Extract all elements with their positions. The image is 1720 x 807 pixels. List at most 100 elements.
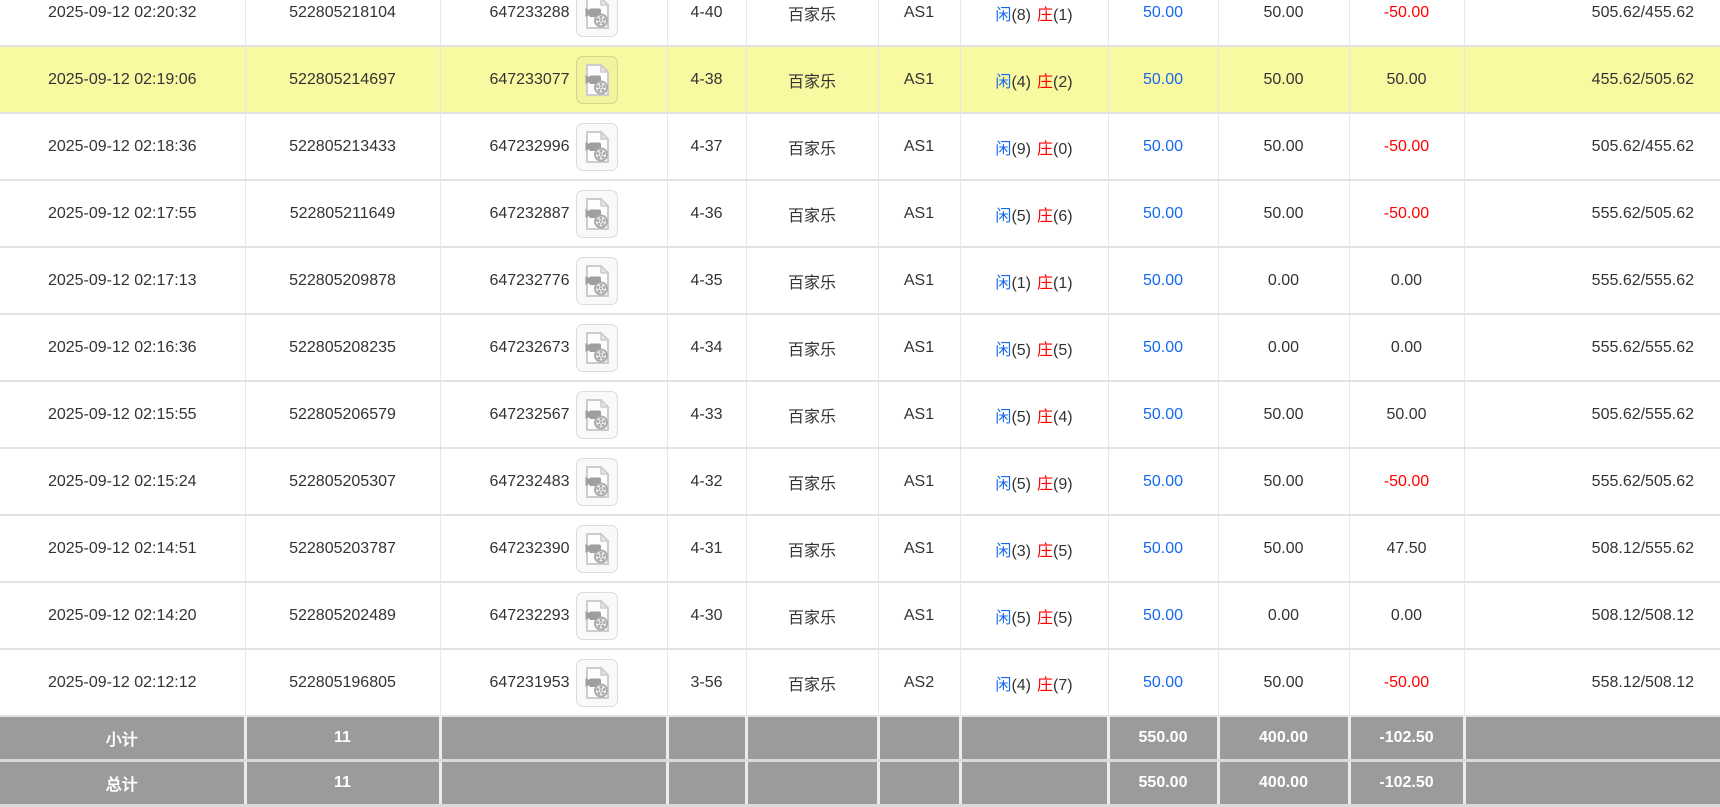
balance: 505.62/455.62 [1464,0,1720,46]
win-loss-amount: -50.00 [1349,448,1464,515]
table-row[interactable]: 2025-09-12 02:19:06 522805214697 6472330… [0,46,1720,113]
game-round-id-text: 647232673 [489,339,569,357]
banker-count: (5) [1053,543,1073,560]
game-result: 闲(5)庄(5) [960,314,1108,381]
table-row[interactable]: 2025-09-12 02:15:24 522805205307 6472324… [0,448,1720,515]
game-round-id: 647233288 [440,0,667,46]
win-loss-amount: -50.00 [1349,649,1464,716]
video-replay-button[interactable] [576,391,618,439]
player-count: (5) [1011,409,1031,426]
player-count: (5) [1011,610,1031,627]
round-number: 4-38 [667,46,746,113]
round-number: 4-40 [667,0,746,46]
table-row[interactable]: 2025-09-12 02:18:36 522805213433 6472329… [0,113,1720,180]
valid-amount: 0.00 [1218,247,1349,314]
bet-time: 2025-09-12 02:19:06 [0,46,245,113]
table-row[interactable]: 2025-09-12 02:17:55 522805211649 6472328… [0,180,1720,247]
table-row[interactable]: 2025-09-12 02:20:32 522805218104 6472332… [0,0,1720,46]
win-loss-amount: 47.50 [1349,515,1464,582]
table-row[interactable]: 2025-09-12 02:16:36 522805208235 6472326… [0,314,1720,381]
game-round-id-text: 647233288 [489,4,569,22]
summary-empty-cell [746,716,878,761]
balance: 455.62/505.62 [1464,46,1720,113]
player-label: 闲 [995,275,1011,292]
table-row[interactable]: 2025-09-12 02:14:20 522805202489 6472322… [0,582,1720,649]
balance: 505.62/555.62 [1464,381,1720,448]
video-file-icon [582,532,612,566]
summary-empty-cell [1464,716,1720,761]
player-count: (5) [1011,476,1031,493]
video-file-icon [582,666,612,700]
game-result: 闲(1)庄(1) [960,247,1108,314]
video-replay-button[interactable] [576,0,618,37]
bet-ref-id: 522805206579 [245,381,440,448]
video-replay-button[interactable] [576,525,618,573]
summary-empty-cell [960,716,1108,761]
bet-ref-id: 522805205307 [245,448,440,515]
summary-bet: 550.00 [1108,761,1218,806]
video-replay-button[interactable] [576,659,618,707]
win-loss-amount: -50.00 [1349,180,1464,247]
win-loss-amount: 50.00 [1349,46,1464,113]
game-name: 百家乐 [746,582,878,649]
banker-label: 庄 [1037,543,1053,560]
bet-time: 2025-09-12 02:17:55 [0,180,245,247]
win-loss-amount: 0.00 [1349,582,1464,649]
player-count: (9) [1011,141,1031,158]
bet-amount: 50.00 [1108,515,1218,582]
game-name: 百家乐 [746,515,878,582]
bet-ref-id: 522805209878 [245,247,440,314]
game-round-id: 647233077 [440,46,667,113]
video-replay-button[interactable] [576,190,618,238]
table-row[interactable]: 2025-09-12 02:14:51 522805203787 6472323… [0,515,1720,582]
banker-count: (5) [1053,610,1073,627]
banker-label: 庄 [1037,476,1053,493]
game-name: 百家乐 [746,448,878,515]
balance: 555.62/505.62 [1464,180,1720,247]
table-code: AS1 [878,582,960,649]
table-code: AS1 [878,448,960,515]
table-row[interactable]: 2025-09-12 02:15:55 522805206579 6472325… [0,381,1720,448]
table-row[interactable]: 2025-09-12 02:12:12 522805196805 6472319… [0,649,1720,716]
video-replay-button[interactable] [576,458,618,506]
valid-amount: 50.00 [1218,113,1349,180]
video-replay-button[interactable] [576,592,618,640]
game-result: 闲(3)庄(5) [960,515,1108,582]
bet-ref-id: 522805213433 [245,113,440,180]
valid-amount: 50.00 [1218,515,1349,582]
bet-time: 2025-09-12 02:14:20 [0,582,245,649]
banker-count: (9) [1053,476,1073,493]
game-round-id: 647232887 [440,180,667,247]
banker-label: 庄 [1037,409,1053,426]
table-code: AS1 [878,180,960,247]
round-number: 4-30 [667,582,746,649]
summary-empty-cell [667,761,746,806]
game-name: 百家乐 [746,314,878,381]
player-count: (5) [1011,208,1031,225]
player-label: 闲 [995,342,1011,359]
game-round-id: 647232483 [440,448,667,515]
game-result: 闲(4)庄(7) [960,649,1108,716]
summary-empty-cell [878,761,960,806]
video-file-icon [582,599,612,633]
table-row[interactable]: 2025-09-12 02:17:13 522805209878 6472327… [0,247,1720,314]
bet-ref-id: 522805208235 [245,314,440,381]
video-replay-button[interactable] [576,123,618,171]
game-round-id: 647232567 [440,381,667,448]
summary-valid: 400.00 [1218,761,1349,806]
bet-ref-id: 522805211649 [245,180,440,247]
game-round-id: 647232776 [440,247,667,314]
valid-amount: 50.00 [1218,448,1349,515]
player-count: (8) [1011,7,1031,24]
video-replay-button[interactable] [576,324,618,372]
video-replay-button[interactable] [576,257,618,305]
summary-row: 小计 11 550.00 400.00 -102.50 [0,716,1720,761]
bet-time: 2025-09-12 02:16:36 [0,314,245,381]
balance: 558.12/508.12 [1464,649,1720,716]
game-round-id-text: 647232887 [489,205,569,223]
video-replay-button[interactable] [576,56,618,104]
summary-label: 小计 [0,716,245,761]
bet-time: 2025-09-12 02:18:36 [0,113,245,180]
balance: 555.62/555.62 [1464,247,1720,314]
game-round-id-text: 647232483 [489,473,569,491]
